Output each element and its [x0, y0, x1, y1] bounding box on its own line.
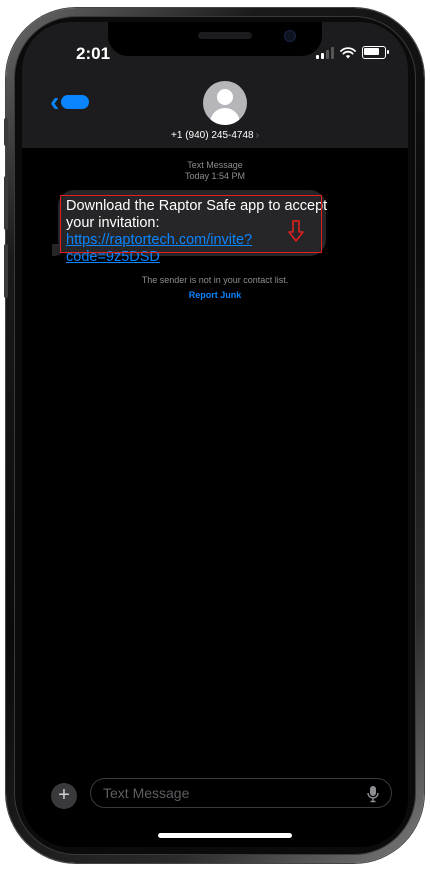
message-input-placeholder: Text Message: [103, 785, 190, 801]
signal-icon: [316, 47, 334, 59]
silent-switch: [4, 118, 8, 146]
status-time: 2:01: [76, 44, 111, 63]
back-button[interactable]: ‹: [50, 86, 90, 117]
apps-plus-button[interactable]: +: [51, 783, 77, 809]
battery-icon: [362, 46, 389, 59]
microphone-icon[interactable]: [367, 785, 379, 803]
status-icons: [316, 46, 389, 59]
unknown-sender-note: The sender is not in your contact list.: [141, 275, 289, 285]
message-meta: Text Message Today 1:54 PM: [22, 160, 408, 182]
contact-name[interactable]: +1 (940) 245-4748 ›: [22, 130, 408, 141]
wifi-icon: [340, 47, 356, 59]
home-indicator[interactable]: [158, 833, 292, 838]
notch: [108, 22, 322, 56]
speaker-grille: [198, 32, 252, 39]
message-type: Text Message: [187, 160, 243, 170]
phone-screen: 2:01 ‹ +1 (940) 245-4748 › Text Message …: [22, 22, 408, 847]
front-camera: [284, 30, 296, 42]
arrow-down-icon: [288, 220, 304, 242]
person-icon: [217, 89, 233, 105]
volume-up-button: [4, 176, 8, 230]
report-junk-link[interactable]: Report Junk: [22, 290, 408, 300]
chevron-left-icon: ‹: [50, 86, 60, 117]
message-timestamp: Today 1:54 PM: [184, 171, 246, 181]
contact-avatar[interactable]: [203, 81, 247, 125]
chevron-right-icon: ›: [255, 130, 259, 141]
annotation-highlight-box: [60, 195, 322, 253]
message-input[interactable]: Text Message: [90, 778, 392, 808]
unread-count-badge: [61, 95, 90, 109]
volume-down-button: [4, 244, 8, 298]
contact-number: +1 (940) 245-4748: [171, 130, 254, 141]
